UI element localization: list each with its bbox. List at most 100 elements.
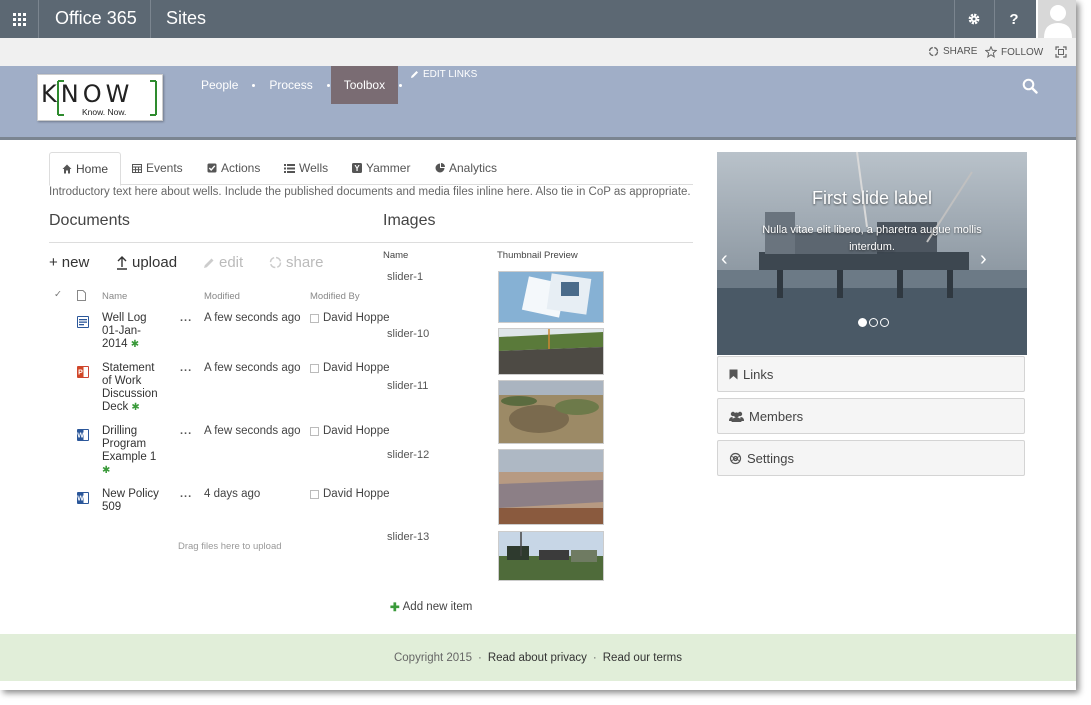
modified-by[interactable]: David Hoppe xyxy=(310,488,389,500)
checkbox-icon xyxy=(207,163,217,172)
tab-events[interactable]: Events xyxy=(132,152,183,183)
document-name[interactable]: Well Log 01-Jan-2014 ✱ xyxy=(102,312,162,351)
modified-date: A few seconds ago xyxy=(204,425,301,437)
avatar[interactable] xyxy=(1036,0,1076,38)
presence-indicator xyxy=(310,313,319,323)
search-button[interactable] xyxy=(1022,78,1038,97)
privacy-link[interactable]: Read about privacy xyxy=(488,652,587,664)
chevron-left-icon[interactable]: ‹ xyxy=(721,248,728,271)
action-row: SHARE FOLLOW xyxy=(0,38,1076,66)
user-silhouette-icon xyxy=(1044,5,1072,38)
app-launcher-button[interactable] xyxy=(0,0,39,38)
settings-button[interactable] xyxy=(954,0,993,38)
image-name[interactable]: slider-13 xyxy=(387,531,429,543)
images-title: Images xyxy=(383,212,436,229)
tab-label: Events xyxy=(146,160,183,175)
plus-icon: + xyxy=(49,254,58,271)
nav-separator xyxy=(399,83,403,87)
more-options-button[interactable]: ... xyxy=(180,488,192,500)
pie-chart-icon xyxy=(435,162,445,172)
document-name[interactable]: New Policy 509 xyxy=(102,488,162,514)
tab-label: Analytics xyxy=(449,160,498,175)
image-name[interactable]: slider-12 xyxy=(387,449,429,461)
modified-by[interactable]: David Hoppe xyxy=(310,312,389,324)
intro-text: Introductory text here about wells. Incl… xyxy=(49,186,691,198)
document-name[interactable]: Drilling Program Example 1 ✱ xyxy=(102,425,162,477)
site-header: KNOW Know. Now. People Process Toolbox E… xyxy=(0,66,1076,140)
waffle-icon xyxy=(12,12,26,26)
slide-dot[interactable] xyxy=(880,318,889,327)
slide-dot-active[interactable] xyxy=(858,318,867,327)
svg-text:W: W xyxy=(77,433,84,440)
thumbnail-image[interactable] xyxy=(498,449,604,525)
star-icon xyxy=(985,46,997,58)
modified-by[interactable]: David Hoppe xyxy=(310,362,389,374)
tab-yammer[interactable]: Y Yammer xyxy=(352,152,410,183)
column-image-name[interactable]: Name xyxy=(383,250,408,261)
add-new-item-button[interactable]: ✚ Add new item xyxy=(390,600,472,614)
nav-separator xyxy=(326,83,330,87)
help-button[interactable]: ? xyxy=(994,0,1033,38)
modified-by[interactable]: David Hoppe xyxy=(310,425,389,437)
upload-icon xyxy=(117,255,127,270)
focus-mode-button[interactable] xyxy=(1055,46,1067,58)
slide-caption: Nulla vitae elit libero, a pharetra augu… xyxy=(762,224,982,253)
terms-link[interactable]: Read our terms xyxy=(603,652,682,664)
chevron-right-icon[interactable]: › xyxy=(980,248,987,271)
more-options-button[interactable]: ... xyxy=(180,362,192,374)
svg-text:W: W xyxy=(77,496,84,503)
slide-indicators xyxy=(858,318,889,327)
column-name[interactable]: Name xyxy=(102,291,127,302)
modified-date: A few seconds ago xyxy=(204,362,301,374)
svg-text:Y: Y xyxy=(354,164,360,173)
panel-members[interactable]: Members xyxy=(717,398,1025,434)
panel-label: Members xyxy=(749,408,804,424)
file-type-icon xyxy=(77,290,86,301)
panel-label: Settings xyxy=(747,450,794,466)
nav-item-toolbox[interactable]: Toolbox xyxy=(330,66,399,104)
documents-title: Documents xyxy=(49,212,130,229)
site-logo[interactable]: KNOW Know. Now. xyxy=(37,74,163,121)
tab-home[interactable]: Home xyxy=(49,152,122,186)
tab-actions[interactable]: Actions xyxy=(207,152,260,183)
app-name[interactable]: Office 365 xyxy=(55,8,137,29)
section-title[interactable]: Sites xyxy=(166,8,206,29)
column-modified-by[interactable]: Modified By xyxy=(310,291,360,302)
pencil-icon xyxy=(411,71,418,78)
follow-link[interactable]: FOLLOW xyxy=(985,46,1043,58)
new-item-icon: ✱ xyxy=(131,402,140,413)
thumbnail-image[interactable] xyxy=(498,531,604,581)
logo-tagline: Know. Now. xyxy=(82,107,127,117)
add-new-item-label: Add new item xyxy=(402,601,473,613)
panel-settings[interactable]: Settings xyxy=(717,440,1025,476)
more-options-button[interactable]: ... xyxy=(180,425,192,437)
edit-label: edit xyxy=(219,254,244,271)
select-all-checkmark-icon[interactable]: ✓ xyxy=(54,289,62,300)
thumbnail-image[interactable] xyxy=(498,271,604,323)
tab-analytics[interactable]: Analytics xyxy=(435,152,497,183)
column-thumbnail[interactable]: Thumbnail Preview xyxy=(497,250,578,261)
nav-item-process[interactable]: Process xyxy=(256,66,325,104)
divider xyxy=(150,0,151,38)
thumbnail-image[interactable] xyxy=(498,328,604,375)
tab-wells[interactable]: Wells xyxy=(284,152,328,183)
more-options-button[interactable]: ... xyxy=(180,312,192,324)
nav-item-people[interactable]: People xyxy=(188,66,251,104)
share-command[interactable]: share xyxy=(269,254,324,271)
image-carousel[interactable]: First slide label Nulla vitae elit liber… xyxy=(717,152,1027,355)
share-link[interactable]: SHARE xyxy=(928,46,977,57)
upload-command[interactable]: upload xyxy=(116,254,177,271)
new-command[interactable]: + new xyxy=(49,254,89,271)
panel-links[interactable]: Links xyxy=(717,356,1025,392)
document-name[interactable]: Statement of Work Discussion Deck ✱ xyxy=(102,362,162,414)
image-name[interactable]: slider-11 xyxy=(387,380,428,392)
thumbnail-image[interactable] xyxy=(498,380,604,444)
image-name[interactable]: slider-10 xyxy=(387,328,429,340)
slide-dot[interactable] xyxy=(869,318,878,327)
modified-date: 4 days ago xyxy=(204,488,261,500)
new-item-icon: ✱ xyxy=(102,465,111,476)
column-modified[interactable]: Modified xyxy=(204,291,240,302)
image-name[interactable]: slider-1 xyxy=(387,271,423,283)
edit-links-button[interactable]: EDIT LINKS xyxy=(410,69,477,80)
edit-command[interactable]: edit xyxy=(203,254,243,271)
